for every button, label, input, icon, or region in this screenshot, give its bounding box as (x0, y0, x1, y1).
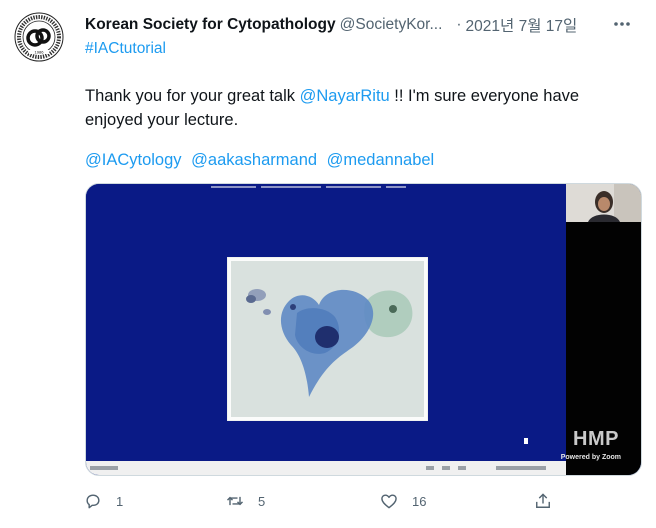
svg-text:1986: 1986 (35, 50, 45, 55)
reply-button[interactable]: 1 (78, 486, 123, 516)
mention-iacytology[interactable]: @IACytology (85, 151, 182, 169)
tweet-date[interactable]: 2021년 7월 17일 (466, 14, 578, 36)
share-button[interactable] (528, 486, 558, 516)
screen-share-statusbar (86, 461, 566, 475)
speaker-webcam-thumbnail (566, 184, 641, 222)
retweet-button[interactable]: 5 (220, 486, 265, 516)
author-handle[interactable]: @SocietyKor... (340, 16, 443, 34)
more-options-button[interactable] (610, 12, 634, 36)
hashtag-line: #IACtutorial (85, 40, 166, 58)
tweet-actions: 1 5 16 (78, 486, 598, 516)
separator-dot: · (456, 16, 462, 33)
author-name[interactable]: Korean Society for Cytopathology (85, 16, 336, 34)
avatar[interactable]: 1986 (14, 12, 64, 62)
more-horizontal-icon (614, 22, 630, 26)
heart-icon (374, 486, 404, 516)
tweet-text-prefix: Thank you for your great talk (85, 87, 300, 105)
hmp-watermark: HMP (573, 428, 619, 450)
tweet-header: Korean Society for Cytopathology @Societ… (85, 14, 596, 36)
like-count: 16 (412, 493, 427, 509)
reply-count: 1 (116, 493, 124, 509)
hashtag-iactutorial[interactable]: #IACtutorial (85, 40, 166, 57)
cytology-micrograph (227, 257, 428, 421)
mention-nayarritu[interactable]: @NayarRitu (300, 87, 390, 105)
society-logo-icon: 1986 (14, 12, 64, 62)
tweet-media-image[interactable]: HMP Powered by Zoom (85, 183, 642, 476)
retweet-count: 5 (258, 493, 266, 509)
mouse-cursor-icon (524, 438, 528, 444)
powered-by-zoom-label: Powered by Zoom (560, 454, 621, 461)
screen-share-topbar (86, 184, 566, 192)
retweet-icon (220, 486, 250, 516)
share-icon (528, 486, 558, 516)
mention-aakasharmand[interactable]: @aakasharmand (191, 151, 317, 169)
mention-medannabel[interactable]: @medannabel (327, 151, 435, 169)
like-button[interactable]: 16 (374, 486, 426, 516)
tweet-text: Thank you for your great talk @NayarRitu… (85, 84, 640, 132)
tweet: 1986 Korean Society for Cytopathology @S… (0, 0, 656, 528)
mentions-line: @IACytology @aakasharmand @medannabel (85, 148, 434, 172)
reply-icon (78, 486, 108, 516)
